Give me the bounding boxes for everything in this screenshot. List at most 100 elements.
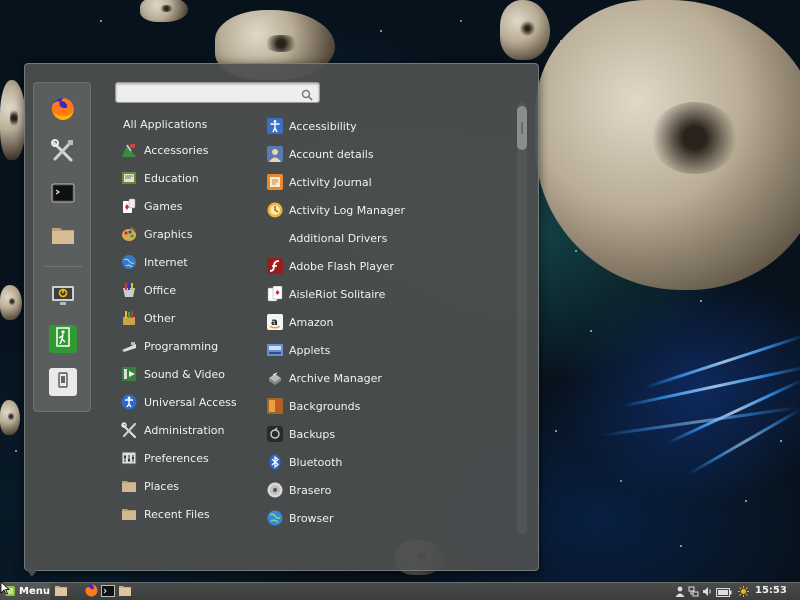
- account-details-icon: [267, 146, 283, 162]
- app-applets[interactable]: Applets: [267, 338, 517, 362]
- mouse-cursor: [0, 580, 11, 599]
- search-input[interactable]: [120, 85, 295, 100]
- sound-video-icon: [120, 365, 138, 383]
- category-label: Programming: [144, 339, 219, 353]
- tray-battery[interactable]: [716, 586, 732, 597]
- tray-network[interactable]: [688, 586, 699, 597]
- category-label: Education: [144, 171, 199, 185]
- terminal-icon: [101, 582, 115, 600]
- category-administration[interactable]: Administration: [115, 418, 263, 442]
- other-icon: [120, 309, 138, 327]
- app-label: Account details: [289, 147, 374, 161]
- app-label: Backgrounds: [289, 399, 361, 413]
- app-adobe-flash-player[interactable]: Adobe Flash Player: [267, 254, 517, 278]
- tray-update[interactable]: [738, 586, 749, 597]
- firefox-icon: [84, 582, 98, 600]
- universal-access-icon: [120, 393, 138, 411]
- graphics-icon: [120, 225, 138, 243]
- category-label: All Applications: [123, 117, 208, 131]
- files-launcher[interactable]: [118, 585, 132, 598]
- category-accessories[interactable]: Accessories: [115, 138, 263, 162]
- favorite-quit[interactable]: [49, 368, 77, 396]
- category-label: Administration: [144, 423, 225, 437]
- app-accessibility[interactable]: Accessibility: [267, 114, 517, 138]
- app-backups[interactable]: Backups: [267, 422, 517, 446]
- accessibility-icon: [267, 118, 283, 134]
- favorite-lock-screen[interactable]: [49, 283, 77, 311]
- education-icon: [120, 169, 138, 187]
- app-bluetooth[interactable]: Bluetooth: [267, 450, 517, 474]
- office-icon: [120, 281, 138, 299]
- category-label: Accessories: [144, 143, 209, 157]
- app-list-scrollbar[interactable]: [517, 102, 527, 534]
- app-label: Accessibility: [289, 119, 357, 133]
- app-aisleriot-solitaire[interactable]: AisleRiot Solitaire: [267, 282, 517, 306]
- category-label: Office: [144, 283, 177, 297]
- files-icon: [118, 582, 132, 600]
- clock[interactable]: 15:53: [755, 585, 787, 596]
- browser-icon: [267, 510, 283, 526]
- folder-icon: [51, 224, 75, 250]
- firefox-launcher[interactable]: [84, 582, 98, 600]
- category-label: Sound & Video: [144, 367, 226, 381]
- internet-icon: [120, 253, 138, 271]
- activity-log-manager-icon: [267, 202, 283, 218]
- app-label: Activity Log Manager: [289, 203, 405, 217]
- favorite-firefox[interactable]: [49, 97, 77, 125]
- administration-icon: [120, 421, 138, 439]
- category-universal-access[interactable]: Universal Access: [115, 390, 263, 414]
- favorite-system-settings[interactable]: [49, 139, 77, 167]
- app-label: Adobe Flash Player: [289, 259, 394, 273]
- app-amazon[interactable]: a Amazon: [267, 310, 517, 334]
- app-backgrounds[interactable]: Backgrounds: [267, 394, 517, 418]
- category-other[interactable]: Other: [115, 306, 263, 330]
- category-all-applications[interactable]: All Applications: [115, 112, 263, 136]
- games-icon: [120, 197, 138, 215]
- terminal-icon: [51, 182, 75, 208]
- category-places[interactable]: Places: [115, 474, 263, 498]
- search-box[interactable]: [115, 82, 320, 103]
- app-account-details[interactable]: Account details: [267, 142, 517, 166]
- asteroid: [140, 0, 188, 22]
- app-browser[interactable]: Browser: [267, 506, 517, 530]
- category-games[interactable]: Games: [115, 194, 263, 218]
- asteroid: [0, 285, 22, 320]
- places-folder-icon: [120, 477, 138, 495]
- category-label: Preferences: [144, 451, 209, 465]
- favorite-files[interactable]: [49, 223, 77, 251]
- favorite-logout[interactable]: [49, 325, 77, 353]
- category-preferences[interactable]: Preferences: [115, 446, 263, 470]
- category-label: Graphics: [144, 227, 193, 241]
- category-label: Places: [144, 479, 179, 493]
- category-office[interactable]: Office: [115, 278, 263, 302]
- accessories-icon: [120, 141, 138, 159]
- app-archive-manager[interactable]: Archive Manager: [267, 366, 517, 390]
- preferences-icon: [120, 449, 138, 467]
- network-icon: [688, 582, 699, 600]
- recent-files-folder-icon: [120, 505, 138, 523]
- tray-volume[interactable]: [702, 586, 713, 597]
- app-label: Amazon: [289, 315, 334, 329]
- show-desktop-launcher[interactable]: [54, 585, 68, 598]
- archive-manager-icon: [267, 370, 283, 386]
- app-activity-journal[interactable]: Activity Journal: [267, 170, 517, 194]
- terminal-launcher[interactable]: [101, 585, 115, 598]
- app-brasero[interactable]: Brasero: [267, 478, 517, 502]
- scrollbar-thumb[interactable]: [517, 106, 527, 150]
- favorite-terminal[interactable]: [49, 181, 77, 209]
- menu-label: Menu: [19, 586, 50, 597]
- app-activity-log-manager[interactable]: Activity Log Manager: [267, 198, 517, 222]
- volume-icon: [702, 582, 713, 600]
- update-sun-icon: [738, 582, 749, 600]
- tray-user[interactable]: [674, 586, 685, 597]
- category-programming[interactable]: Programming: [115, 334, 263, 358]
- app-additional-drivers[interactable]: Additional Drivers: [267, 226, 517, 250]
- svg-text:a: a: [271, 317, 278, 328]
- category-internet[interactable]: Internet: [115, 250, 263, 274]
- category-graphics[interactable]: Graphics: [115, 222, 263, 246]
- category-education[interactable]: Education: [115, 166, 263, 190]
- category-recent-files[interactable]: Recent Files: [115, 502, 263, 526]
- menu-pointer: [26, 569, 38, 577]
- category-sound-video[interactable]: Sound & Video: [115, 362, 263, 386]
- show-desktop-icon: [54, 582, 68, 600]
